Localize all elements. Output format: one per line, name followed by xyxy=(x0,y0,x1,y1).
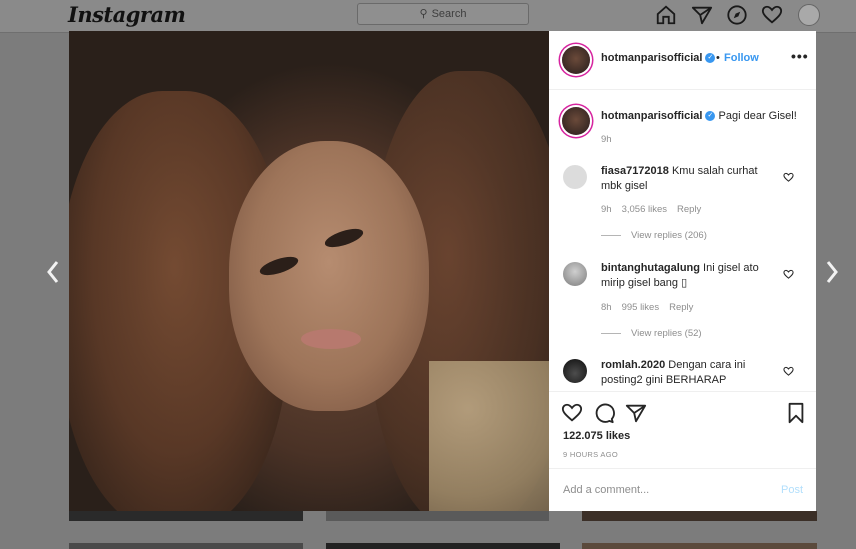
comment-likes[interactable]: 995 likes xyxy=(622,302,660,313)
view-replies-text[interactable]: View replies (52) xyxy=(631,328,702,339)
add-comment-input[interactable]: Add a comment... xyxy=(563,484,649,496)
author-username-text[interactable]: hotmanparisofficial xyxy=(601,52,702,64)
share-direct-icon[interactable] xyxy=(625,402,647,424)
author-avatar[interactable] xyxy=(562,46,590,74)
profile-avatar[interactable] xyxy=(798,4,820,26)
search-icon: ⚲ xyxy=(419,8,428,20)
reply-button[interactable]: Reply xyxy=(669,302,693,313)
top-navigation-bar: Instagram ⚲ Search xyxy=(0,0,856,33)
grid-thumbnail[interactable] xyxy=(326,543,560,549)
view-replies-link[interactable]: View replies (206) xyxy=(601,230,707,241)
post-side-panel: hotmanparisofficial ✓ • Follow ••• hotman… xyxy=(549,31,816,511)
caption-username[interactable]: hotmanparisofficial xyxy=(601,110,702,122)
comment-meta: 8h 995 likes Reply xyxy=(601,302,703,313)
grid-thumbnail[interactable] xyxy=(326,511,549,521)
search-placeholder: Search xyxy=(431,8,467,20)
commenter-avatar[interactable] xyxy=(563,262,587,286)
photo-lips xyxy=(301,329,361,349)
comment-item: romlah.2020 Dengan cara ini posting2 gin… xyxy=(601,358,771,388)
comment-username[interactable]: bintanghutagalung xyxy=(601,262,700,274)
verified-badge-icon: ✓ xyxy=(705,53,716,64)
verified-badge-icon: ✓ xyxy=(705,111,716,122)
comment-item: fiasa7172018 Kmu salah curhat mbk gisel xyxy=(601,164,771,194)
comment-username[interactable]: romlah.2020 xyxy=(601,359,665,371)
direct-icon[interactable] xyxy=(691,4,713,26)
caption-text: Pagi dear Gisel! xyxy=(718,110,797,122)
home-icon[interactable] xyxy=(655,4,677,26)
post-time-ago[interactable]: 9 HOURS AGO xyxy=(563,450,618,459)
replies-line xyxy=(601,332,621,334)
photo-dress xyxy=(429,361,549,511)
grid-thumbnail[interactable] xyxy=(582,511,817,521)
comment-time[interactable]: 8h xyxy=(601,302,612,313)
header-separator: • xyxy=(716,52,720,64)
comment-bubble-icon[interactable] xyxy=(593,402,615,424)
post-photo[interactable] xyxy=(69,31,549,511)
search-input[interactable]: ⚲ Search xyxy=(357,3,529,25)
photo-face xyxy=(229,141,429,411)
activity-heart-icon[interactable] xyxy=(761,4,783,26)
post-actions: 122.075 likes 9 HOURS AGO xyxy=(549,391,816,468)
comment-composer: Add a comment... Post xyxy=(549,468,816,512)
post-header: hotmanparisofficial ✓ • Follow ••• xyxy=(549,31,816,90)
comment-meta: 9h 3,056 likes Reply xyxy=(601,204,711,215)
grid-thumbnail[interactable] xyxy=(69,543,303,549)
like-heart-icon[interactable] xyxy=(561,402,583,424)
more-options-icon[interactable]: ••• xyxy=(791,48,809,64)
comment-username[interactable]: fiasa7172018 xyxy=(601,165,669,177)
follow-button[interactable]: Follow xyxy=(724,52,759,64)
commenter-avatar[interactable] xyxy=(563,359,587,383)
grid-thumbnail[interactable] xyxy=(582,543,817,549)
author-username[interactable]: hotmanparisofficial ✓ xyxy=(601,52,716,64)
comment-like-heart-icon[interactable] xyxy=(783,170,794,182)
replies-line xyxy=(601,234,621,236)
caption: hotmanparisofficial ✓ Pagi dear Gisel! xyxy=(601,109,811,124)
instagram-logo[interactable]: Instagram xyxy=(68,2,186,27)
view-replies-link[interactable]: View replies (52) xyxy=(601,328,702,339)
grid-thumbnail[interactable] xyxy=(69,511,303,521)
previous-post-arrow-icon[interactable] xyxy=(43,258,63,286)
reply-button[interactable]: Reply xyxy=(677,204,701,215)
explore-icon[interactable] xyxy=(726,4,748,26)
post-comment-button[interactable]: Post xyxy=(781,484,803,496)
view-replies-text[interactable]: View replies (206) xyxy=(631,230,707,241)
comment-likes[interactable]: 3,056 likes xyxy=(622,204,667,215)
next-post-arrow-icon[interactable] xyxy=(822,258,842,286)
likes-count[interactable]: 122.075 likes xyxy=(563,430,630,442)
comment-like-heart-icon[interactable] xyxy=(783,267,794,279)
comment-item: bintanghutagalung Ini gisel ato mirip gi… xyxy=(601,261,771,291)
caption-time[interactable]: 9h xyxy=(601,134,612,145)
commenter-avatar[interactable] xyxy=(563,165,587,189)
comment-like-heart-icon[interactable] xyxy=(783,364,794,376)
save-bookmark-icon[interactable] xyxy=(785,402,807,424)
comments-list[interactable]: hotmanparisofficial ✓ Pagi dear Gisel! 9h… xyxy=(549,90,816,390)
caption-author-avatar[interactable] xyxy=(562,107,590,135)
comment-time[interactable]: 9h xyxy=(601,204,612,215)
